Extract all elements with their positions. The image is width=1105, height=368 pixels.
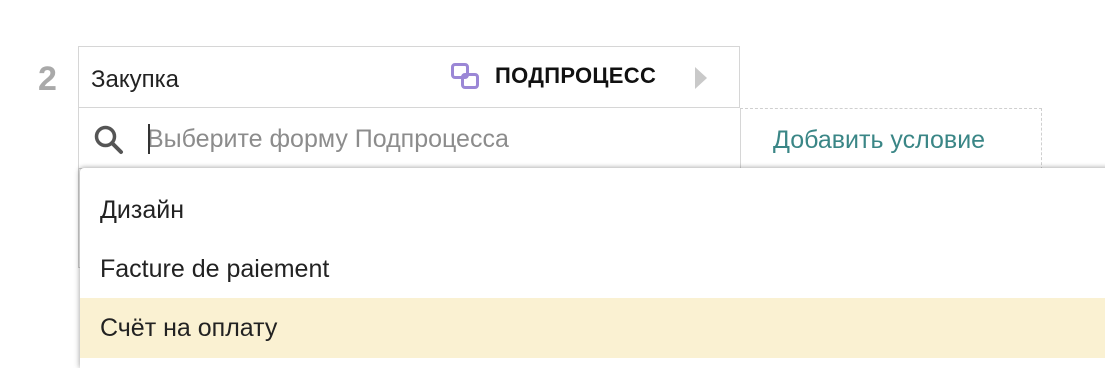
dropdown-option[interactable]: Счёт на оплату	[80, 298, 1105, 358]
form-search-input[interactable]	[147, 122, 707, 156]
condition-area: Добавить условие	[740, 108, 1042, 170]
step-type-label: ПОДПРОЦЕСС	[495, 63, 657, 88]
form-search-row	[78, 108, 741, 170]
form-dropdown-list: Дизайн Facture de paiement Счёт на оплат…	[80, 168, 1105, 368]
subprocess-icon	[451, 63, 479, 89]
expand-arrow-icon[interactable]	[695, 67, 707, 89]
step-number: 2	[38, 60, 57, 98]
search-icon	[93, 124, 125, 161]
dropdown-option[interactable]: Facture de paiement	[80, 239, 1105, 299]
add-condition-link[interactable]: Добавить условие	[773, 126, 985, 155]
text-cursor	[148, 124, 150, 154]
step-type-badge: ПОДПРОЦЕСС	[451, 63, 656, 89]
dropdown-option[interactable]: Дизайн	[80, 180, 1105, 240]
step-header: Закупка ПОДПРОЦЕСС	[78, 46, 740, 108]
step-title[interactable]: Закупка	[91, 66, 179, 94]
